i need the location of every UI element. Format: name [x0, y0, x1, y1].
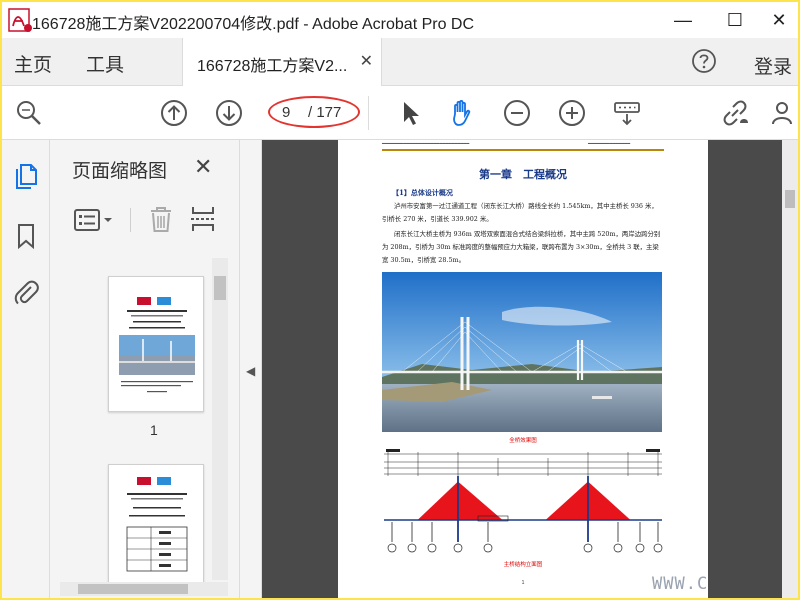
chapter-title: 第一章 工程概况	[479, 168, 567, 181]
zoom-out-icon[interactable]	[502, 98, 532, 128]
attachments-icon[interactable]	[12, 278, 40, 306]
bridge-elevation-drawing	[384, 449, 663, 553]
minimize-icon: —	[674, 9, 692, 30]
window-title: 166728施工方案V202200704修改.pdf - Adobe Acrob…	[32, 16, 475, 33]
help-icon[interactable]	[690, 47, 718, 75]
close-tab-button[interactable]: ✕	[360, 51, 373, 71]
thumbnail-panel: 页面缩略图 ✕ 1	[50, 140, 240, 598]
bookmarks-icon[interactable]	[12, 222, 40, 250]
minimize-button[interactable]: —	[660, 2, 706, 38]
page-thumbnails-icon[interactable]	[12, 162, 40, 190]
panel-toolbar	[50, 200, 240, 240]
thumbnail-preview	[119, 297, 195, 393]
panel-toolbar-divider	[130, 208, 131, 232]
close-window-button[interactable]: ✕	[756, 2, 798, 38]
paragraph: 泸州市安富第一过江通道工程（闭东长江大桥）路线全长约 1.545km，其中主桥长…	[382, 202, 658, 223]
tab-home[interactable]: 主页	[14, 50, 52, 77]
document-scrollbar-thumb[interactable]	[785, 190, 795, 208]
page-header-rule	[382, 149, 664, 151]
document-tab-label: 166728施工方案V2...	[197, 58, 348, 75]
collapse-panel-icon[interactable]: ◀	[246, 364, 255, 378]
close-icon: ✕	[771, 9, 787, 30]
tab-tools[interactable]: 工具	[86, 50, 124, 77]
thumbnail-horizontal-scrollbar[interactable]	[60, 582, 228, 596]
document-view[interactable]: ━━━━━━━━━━━━━━━━━━━━━━━━━━━━━ ━━━━━━━━━━…	[262, 140, 782, 598]
document-scrollbar[interactable]	[782, 140, 798, 598]
page-header-left: ━━━━━━━━━━━━━━━━━━━━━━━━━━━━━	[382, 141, 470, 147]
toolbar: 9 / 177	[2, 86, 798, 140]
zoom-search-icon[interactable]	[14, 98, 44, 128]
tab-document[interactable]: 166728施工方案V2... ✕	[182, 38, 382, 86]
hand-tool-icon[interactable]	[447, 98, 477, 128]
toolbar-divider	[368, 96, 369, 130]
thumbnail-scrollbar-thumb[interactable]	[214, 276, 226, 300]
panel-title: 页面缩略图	[72, 161, 168, 182]
maximize-button[interactable]: ☐	[712, 2, 758, 38]
select-pointer-icon[interactable]	[395, 98, 425, 128]
panel-collapse-strip[interactable]: ◀	[240, 140, 262, 598]
close-panel-button[interactable]: ✕	[194, 154, 212, 180]
thumbnail-options-icon[interactable]	[72, 206, 116, 234]
keyboard-scroll-icon[interactable]	[612, 98, 642, 128]
acrobat-window: 166728施工方案V202200704修改.pdf - Adobe Acrob…	[2, 2, 798, 598]
insert-page-icon[interactable]	[188, 204, 218, 234]
add-user-icon[interactable]	[770, 98, 798, 128]
sign-in-link[interactable]: 登录	[754, 52, 792, 79]
section-title: 【1】总体设计概况	[392, 188, 453, 197]
watermark-text: WWW.C	[652, 574, 709, 594]
thumbnail-page-number: 1	[150, 422, 158, 438]
bridge-rendering-image	[382, 272, 662, 432]
thumbnail-preview	[126, 477, 188, 572]
thumbnail-horizontal-scrollbar-thumb[interactable]	[78, 584, 188, 594]
navigation-rail	[2, 140, 50, 598]
page-thumbnail[interactable]	[108, 464, 204, 584]
drawing-caption: 主桥结构立面图	[503, 562, 543, 568]
acrobat-app-icon	[8, 8, 32, 32]
pdf-page: ━━━━━━━━━━━━━━━━━━━━━━━━━━━━━ ━━━━━━━━━━…	[338, 140, 708, 598]
share-link-icon[interactable]	[720, 98, 750, 128]
tab-bar: 主页 工具 166728施工方案V2... ✕ 登录	[2, 38, 798, 86]
page-number-highlight-oval	[268, 96, 360, 128]
title-bar: 166728施工方案V202200704修改.pdf - Adobe Acrob…	[2, 2, 798, 38]
page-header-right: ━━━━━━━━━━━━━━	[588, 141, 631, 147]
maximize-icon: ☐	[726, 9, 744, 30]
delete-page-icon[interactable]	[146, 204, 176, 234]
paragraph: 闭东长江大桥主桥为 936m 双塔双索面混合式结合梁斜拉桥，其中主跨 520m，…	[382, 230, 661, 264]
thumbnail-scrollbar[interactable]	[212, 258, 228, 580]
page-thumbnail[interactable]	[108, 276, 204, 412]
photo-caption: 全桥效果图	[509, 438, 537, 444]
next-page-icon[interactable]	[214, 98, 244, 128]
prev-page-icon[interactable]	[159, 98, 189, 128]
zoom-in-icon[interactable]	[557, 98, 587, 128]
